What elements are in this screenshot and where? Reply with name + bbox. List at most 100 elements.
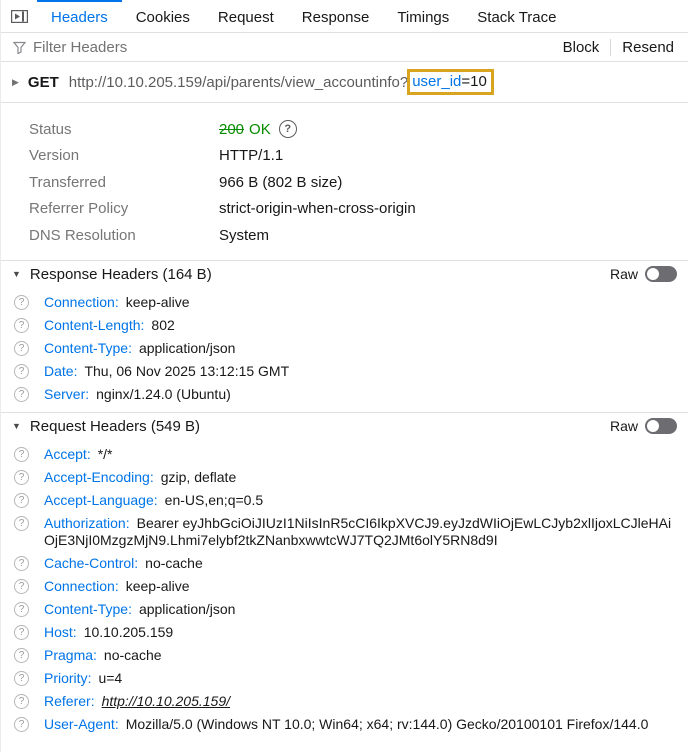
- header-name[interactable]: Connection: [44, 294, 119, 310]
- header-help-icon[interactable]: ?: [14, 364, 29, 379]
- query-param-value: =10: [461, 73, 486, 90]
- header-row: ? Accept-Encoding gzip, deflate: [1, 466, 688, 489]
- header-name[interactable]: Accept-Encoding: [44, 469, 154, 485]
- request-headers-title: Request Headers (549 B): [30, 418, 200, 435]
- header-help-icon[interactable]: ?: [14, 579, 29, 594]
- request-raw-toggle[interactable]: [645, 418, 677, 434]
- header-help-icon[interactable]: ?: [14, 447, 29, 462]
- response-headers-title: Response Headers (164 B): [30, 266, 212, 283]
- header-help-icon[interactable]: ?: [14, 516, 29, 531]
- request-headers-section-header[interactable]: ▼ Request Headers (549 B) Raw: [1, 412, 688, 440]
- header-value: Mozilla/5.0 (Windows NT 10.0; Win64; x64…: [126, 716, 649, 732]
- header-name[interactable]: Content-Type: [44, 601, 132, 617]
- header-name[interactable]: Server: [44, 386, 89, 402]
- resend-button[interactable]: Resend: [618, 39, 678, 56]
- tab-headers[interactable]: Headers: [37, 0, 122, 32]
- response-headers-list: ? Connectionkeep-alive ? Content-Length 8…: [1, 288, 688, 412]
- header-row: ? Content-Typeapplication/json: [1, 337, 688, 360]
- header-row: ? Accept-Language en-US,en;q=0.5: [1, 489, 688, 512]
- tab-stack-trace[interactable]: Stack Trace: [463, 0, 570, 32]
- header-help-icon[interactable]: ?: [14, 470, 29, 485]
- header-row: ? Cache-Control no-cache: [1, 552, 688, 575]
- header-name[interactable]: Referer: [44, 693, 95, 709]
- header-row: ? User-Agent Mozilla/5.0 (Windows NT 10.0…: [1, 713, 688, 736]
- request-headers-list: ? Accept*/* ? Accept-Encodinggzip, defla…: [1, 440, 688, 742]
- header-help-icon[interactable]: ?: [14, 671, 29, 686]
- header-value: no-cache: [145, 555, 203, 571]
- referer-link[interactable]: http://10.10.205.159/: [102, 693, 230, 709]
- header-value: Thu, 06 Nov 2025 13:12:15 GMT: [84, 363, 289, 379]
- summary-row-status: Status 200 OK ?: [1, 116, 688, 143]
- header-row: ? Content-Length 802: [1, 314, 688, 337]
- header-name[interactable]: Host: [44, 624, 77, 640]
- request-method: GET: [28, 74, 59, 91]
- chevron-right-icon[interactable]: ▶: [12, 77, 19, 88]
- header-help-icon[interactable]: ?: [14, 625, 29, 640]
- header-row-authorization: ? AuthorizationBearer eyJhbGciOiJIUzI1Ni…: [1, 512, 688, 552]
- header-help-icon[interactable]: ?: [14, 556, 29, 571]
- header-name[interactable]: Cache-Control: [44, 555, 138, 571]
- chevron-down-icon[interactable]: ▼: [12, 421, 21, 431]
- status-help-icon[interactable]: ?: [279, 120, 297, 138]
- header-help-icon[interactable]: ?: [14, 295, 29, 310]
- block-button[interactable]: Block: [559, 39, 604, 56]
- header-name[interactable]: Content-Length: [44, 317, 144, 333]
- header-value: en-US,en;q=0.5: [165, 492, 263, 508]
- collapse-panel-button[interactable]: [1, 0, 37, 32]
- annotation-highlight-box: user_id=10: [407, 69, 494, 95]
- header-help-icon[interactable]: ?: [14, 717, 29, 732]
- response-raw-toggle[interactable]: [645, 266, 677, 282]
- tab-request[interactable]: Request: [204, 0, 288, 32]
- tab-timings[interactable]: Timings: [383, 0, 463, 32]
- response-headers-section-header[interactable]: ▼ Response Headers (164 B) Raw: [1, 260, 688, 288]
- request-url: http://10.10.205.159/api/parents/view_ac…: [69, 74, 400, 91]
- toolbar-separator: [610, 39, 611, 56]
- header-row: ? Pragma no-cache: [1, 644, 688, 667]
- header-name[interactable]: Content-Type: [44, 340, 132, 356]
- header-row-referer: ? Referer http://10.10.205.159/: [1, 690, 688, 713]
- header-help-icon[interactable]: ?: [14, 341, 29, 356]
- header-help-icon[interactable]: ?: [14, 493, 29, 508]
- header-name[interactable]: Pragma: [44, 647, 97, 663]
- response-raw-toggle-wrap: Raw: [610, 266, 677, 282]
- tab-response[interactable]: Response: [288, 0, 384, 32]
- query-param-name: user_id: [412, 73, 461, 90]
- header-help-icon[interactable]: ?: [14, 318, 29, 333]
- raw-toggle-label: Raw: [610, 418, 638, 434]
- request-summary-row[interactable]: ▶ GET http://10.10.205.159/api/parents/v…: [1, 62, 688, 103]
- headers-filter-bar: Block Resend: [1, 33, 688, 62]
- header-name[interactable]: Date: [44, 363, 77, 379]
- summary-value: HTTP/1.1: [219, 147, 283, 164]
- filter-icon: [13, 41, 26, 54]
- status-code: 200: [219, 121, 244, 138]
- request-summary-section: Status 200 OK ? Version HTTP/1.1 Transfe…: [1, 103, 688, 260]
- filter-headers-input[interactable]: [33, 39, 559, 56]
- header-name[interactable]: Connection: [44, 578, 119, 594]
- header-value: 802: [151, 317, 174, 333]
- header-name[interactable]: User-Agent: [44, 716, 119, 732]
- toggle-knob: [647, 268, 659, 280]
- header-value: 10.10.205.159: [84, 624, 174, 640]
- header-help-icon[interactable]: ?: [14, 694, 29, 709]
- header-row: ? Host 10.10.205.159: [1, 621, 688, 644]
- header-value: nginx/1.24.0 (Ubuntu): [96, 386, 231, 402]
- summary-row-transferred: Transferred 966 B (802 B size): [1, 169, 688, 196]
- header-value: no-cache: [104, 647, 162, 663]
- header-help-icon[interactable]: ?: [14, 387, 29, 402]
- chevron-down-icon[interactable]: ▼: [12, 269, 21, 279]
- header-help-icon[interactable]: ?: [14, 648, 29, 663]
- tab-cookies[interactable]: Cookies: [122, 0, 204, 32]
- summary-value: System: [219, 227, 269, 244]
- header-name[interactable]: Authorization: [44, 515, 130, 531]
- header-value: keep-alive: [126, 578, 190, 594]
- header-name[interactable]: Accept: [44, 446, 91, 462]
- header-row: ? Connectionkeep-alive: [1, 291, 688, 314]
- summary-row-referrer-policy: Referrer Policy strict-origin-when-cross…: [1, 196, 688, 223]
- header-name[interactable]: Accept-Language: [44, 492, 158, 508]
- summary-label: Transferred: [29, 174, 219, 191]
- header-name[interactable]: Priority: [44, 670, 91, 686]
- header-help-icon[interactable]: ?: [14, 602, 29, 617]
- summary-label: Status: [29, 121, 219, 138]
- header-value: gzip, deflate: [161, 469, 237, 485]
- summary-row-dns-resolution: DNS Resolution System: [1, 222, 688, 249]
